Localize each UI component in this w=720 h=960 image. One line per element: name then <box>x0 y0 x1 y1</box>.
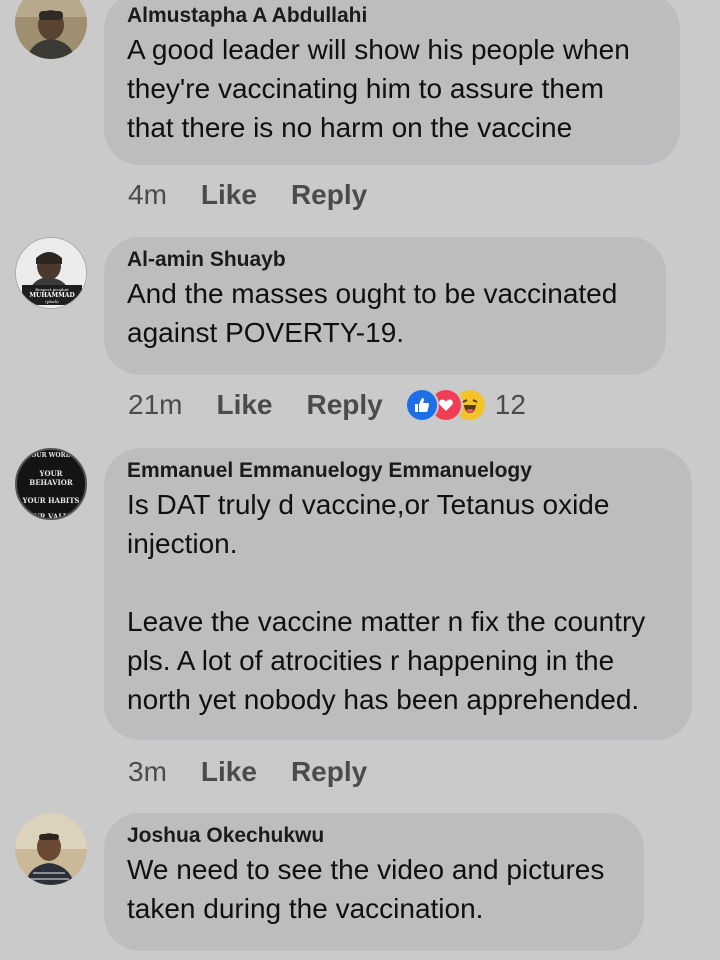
comment-bubble: Emmanuel Emmanuelogy Emmanuelogy Is DAT … <box>104 448 692 740</box>
comment-author[interactable]: Al-amin Shuayb <box>127 246 644 274</box>
reply-button[interactable]: Reply <box>307 389 383 421</box>
avatar[interactable] <box>15 0 87 59</box>
comment-author[interactable]: Almustapha A Abdullahi <box>127 2 658 30</box>
reaction-count: 12 <box>494 389 526 420</box>
like-button[interactable]: Like <box>216 389 272 421</box>
comment-author[interactable]: Joshua Okechukwu <box>127 822 622 850</box>
avatar[interactable]: Respect prophet MUHAMMAD (pbuh) <box>15 237 87 309</box>
avatar-photo-icon <box>15 813 87 885</box>
comment-text: Is DAT truly d vaccine,or Tetanus oxide … <box>127 489 646 715</box>
comment-timestamp[interactable]: 3m <box>128 756 167 788</box>
avatar[interactable] <box>15 813 87 885</box>
comment-actions: 4m Like Reply <box>128 177 401 213</box>
comment-actions: 21m Like Reply 12 <box>128 387 526 423</box>
reactions-summary[interactable]: 12 <box>404 388 526 422</box>
avatar[interactable]: YOUR WORDS YOUR BEHAVIOR YOUR HABITS YOU… <box>15 448 87 520</box>
comment-bubble: Joshua Okechukwu We need to see the vide… <box>104 813 644 951</box>
comment-text: A good leader will show his people when … <box>127 34 630 143</box>
comment-author[interactable]: Emmanuel Emmanuelogy Emmanuelogy <box>127 457 670 485</box>
like-button[interactable]: Like <box>201 179 257 211</box>
comment-text: And the masses ought to be vaccinated ag… <box>127 278 618 348</box>
comment-timestamp[interactable]: 21m <box>128 389 182 421</box>
avatar-caption: Respect prophet MUHAMMAD (pbuh) <box>29 287 75 304</box>
comment-text: We need to see the video and pictures ta… <box>127 854 605 924</box>
comment-timestamp[interactable]: 4m <box>128 179 167 211</box>
like-icon <box>404 388 439 422</box>
comment-actions: 3m Like Reply <box>128 754 401 790</box>
avatar-caption: YOUR WORDS YOUR BEHAVIOR YOUR HABITS YOU… <box>22 452 80 520</box>
reply-button[interactable]: Reply <box>291 756 367 788</box>
reply-button[interactable]: Reply <box>291 179 367 211</box>
like-button[interactable]: Like <box>201 756 257 788</box>
comment-feed: Almustapha A Abdullahi A good leader wil… <box>0 0 720 960</box>
comment-bubble: Almustapha A Abdullahi A good leader wil… <box>104 0 680 165</box>
avatar-photo-icon <box>15 0 87 59</box>
comment-bubble: Al-amin Shuayb And the masses ought to b… <box>104 237 666 375</box>
